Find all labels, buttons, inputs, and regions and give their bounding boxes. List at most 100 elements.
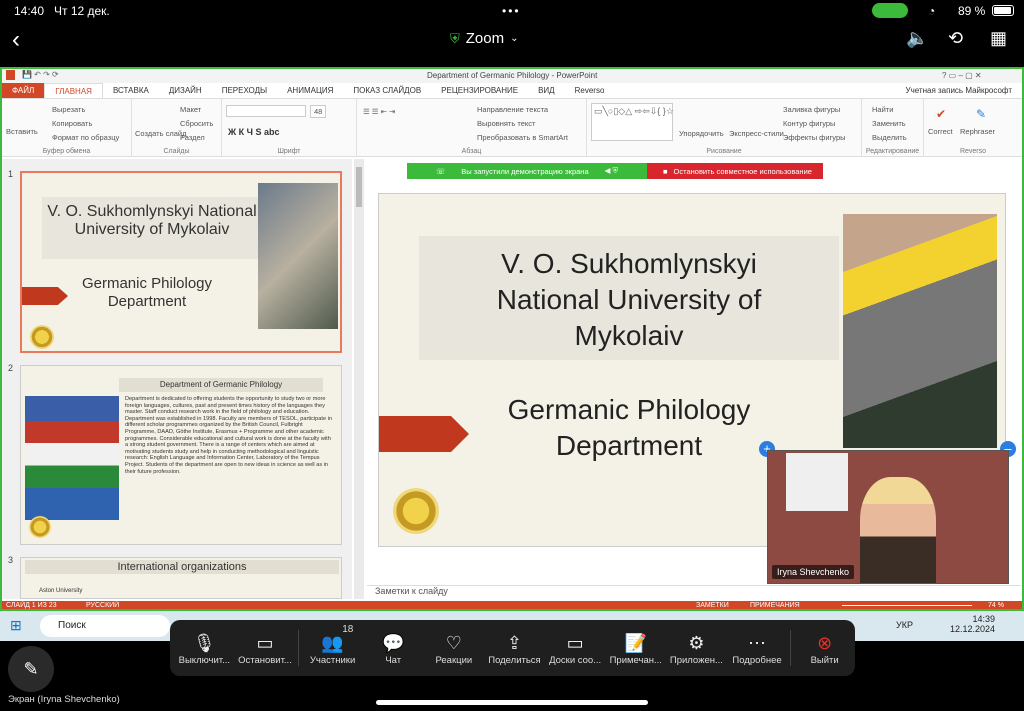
leave-label: Выйти bbox=[810, 654, 839, 666]
notes-button[interactable]: 📝 Примечан... bbox=[605, 620, 666, 676]
meeting-toolbar: 🎙 Выключит... ▭ Остановит... 👥 18 Участники … bbox=[170, 620, 855, 676]
tab-animation[interactable]: АНИМАЦИЯ bbox=[277, 83, 343, 98]
stop-video-button[interactable]: ▭ Остановит... bbox=[235, 620, 296, 676]
participants-button[interactable]: 👥 18 Участники bbox=[302, 620, 363, 676]
align-text-button[interactable]: Выровнять текст bbox=[477, 119, 535, 128]
find-button[interactable]: Найти bbox=[872, 105, 893, 114]
ios-status-bar: 14:40 Чт 12 дек. ••• ◔ 89 % bbox=[0, 0, 1024, 22]
mute-button[interactable]: 🎙 Выключит... bbox=[174, 620, 235, 676]
new-slide-button[interactable]: Создать слайд bbox=[135, 129, 186, 138]
keyboard-language[interactable]: УКР bbox=[896, 620, 913, 630]
select-button[interactable]: Выделить bbox=[872, 133, 907, 142]
thumbnail-slide-2[interactable]: Department of Germanic Philology Departm… bbox=[20, 365, 342, 545]
correct-button[interactable]: Correct bbox=[928, 127, 953, 136]
speaker-icon[interactable]: 🔈 bbox=[906, 28, 928, 49]
replace-button[interactable]: Заменить bbox=[872, 119, 906, 128]
comments-toggle[interactable]: ПРИМЕЧАНИЯ bbox=[750, 602, 800, 609]
video-camera-icon: ▭ bbox=[256, 632, 274, 653]
taskbar-search[interactable]: Поиск bbox=[40, 615, 170, 637]
tab-home[interactable]: ГЛАВНАЯ bbox=[44, 83, 103, 98]
thumb3-title: International organizations bbox=[25, 560, 339, 574]
reset-button[interactable]: Сбросить bbox=[180, 119, 213, 128]
ribbon: Вставить Вырезать Копировать Формат по о… bbox=[2, 99, 1022, 157]
home-indicator[interactable] bbox=[376, 700, 648, 705]
tab-review[interactable]: РЕЦЕНЗИРОВАНИЕ bbox=[431, 83, 528, 98]
font-size-select[interactable]: 48 bbox=[310, 105, 327, 118]
paste-button[interactable]: Вставить bbox=[6, 127, 38, 136]
windows-start-icon[interactable]: ⊞ bbox=[10, 617, 22, 634]
stop-square-icon: ■ bbox=[663, 166, 668, 176]
tab-slideshow[interactable]: ПОКАЗ СЛАЙДОВ bbox=[343, 83, 431, 98]
copy-button[interactable]: Копировать bbox=[52, 119, 92, 128]
shape-fill-button[interactable]: Заливка фигуры bbox=[783, 105, 840, 114]
arrow-shape bbox=[379, 416, 469, 452]
apps-label: Приложен... bbox=[669, 654, 723, 666]
clock: 14:40 bbox=[14, 4, 45, 18]
font-name-select[interactable] bbox=[226, 105, 306, 117]
section-button[interactable]: Раздел bbox=[180, 133, 205, 142]
text-direction-button[interactable]: Направление текста bbox=[477, 105, 548, 114]
notes-toggle[interactable]: ЗАМЕТКИ bbox=[696, 602, 729, 609]
group-clipboard: Вставить Вырезать Копировать Формат по о… bbox=[2, 99, 132, 157]
leave-button[interactable]: ⊗ Выйти bbox=[794, 620, 855, 676]
meeting-title[interactable]: ⛨ Zoom ⌄ bbox=[450, 30, 519, 47]
participants-count: 18 bbox=[342, 624, 354, 635]
chat-button[interactable]: 💬 Чат bbox=[363, 620, 424, 676]
font-format-buttons[interactable]: Ж К Ч S abc bbox=[228, 127, 279, 137]
quick-styles-button[interactable]: Экспресс-стили bbox=[729, 129, 784, 138]
list-buttons-icon[interactable]: ☰ ☰ ⇤ ⇥ bbox=[363, 107, 395, 116]
apps-icon: ⚙ bbox=[688, 632, 705, 653]
cut-button[interactable]: Вырезать bbox=[52, 105, 85, 114]
editing-group-label: Редактирование bbox=[865, 148, 920, 155]
chevron-down-icon: ⌄ bbox=[510, 33, 519, 44]
apps-button[interactable]: ⚙ Приложен... bbox=[666, 620, 727, 676]
ppt-status-bar: СЛАЙД 1 ИЗ 23 РУССКИЙ ЗАМЕТКИ ПРИМЕЧАНИЯ… bbox=[2, 601, 1022, 609]
university-seal-logo bbox=[30, 325, 54, 349]
quick-access-icons[interactable]: 💾 ↶ ↷ ⟳ bbox=[22, 70, 59, 79]
more-label: Подробнее bbox=[732, 654, 782, 666]
paragraph-group-label: Абзац bbox=[461, 148, 482, 155]
window-controls[interactable]: ? ▭ – ▢ ✕ bbox=[942, 71, 982, 80]
thumbnail-slide-3[interactable]: International organizations Aston Univer… bbox=[20, 557, 342, 599]
share-controls-icon[interactable]: ◀ ⛨ bbox=[605, 166, 618, 176]
switch-camera-icon[interactable]: ⟲ bbox=[948, 28, 963, 49]
thumbs-scrollbar[interactable] bbox=[354, 159, 364, 599]
format-painter-button[interactable]: Формат по образцу bbox=[52, 133, 119, 142]
rephraser-button[interactable]: Rephraser bbox=[960, 127, 995, 136]
heart-icon: ♡ bbox=[445, 632, 462, 653]
shape-outline-button[interactable]: Контур фигуры bbox=[783, 119, 835, 128]
account-link[interactable]: Учетная запись Майкрософт bbox=[895, 83, 1022, 98]
multitask-dots-icon[interactable]: ••• bbox=[502, 4, 521, 18]
arrange-button[interactable]: Упорядочить bbox=[679, 129, 724, 138]
rephraser-icon: ✎ bbox=[976, 107, 987, 121]
slide-notes[interactable]: Заметки к слайду bbox=[367, 585, 1021, 599]
tab-reverso[interactable]: Reverso bbox=[565, 83, 615, 98]
meeting-title-text: Zoom bbox=[465, 30, 505, 47]
participant-video[interactable]: Iryna Shevchenko bbox=[767, 450, 1009, 584]
screen-label: Экран (Iryna Shevchenko) bbox=[8, 694, 120, 705]
more-button[interactable]: ⋯ Подробнее bbox=[727, 620, 788, 676]
tab-insert[interactable]: ВСТАВКА bbox=[103, 83, 159, 98]
stop-share-button[interactable]: ■ Остановить совместное использование bbox=[647, 163, 823, 179]
language-indicator[interactable]: РУССКИЙ bbox=[86, 602, 119, 609]
smartart-button[interactable]: Преобразовать в SmartArt bbox=[477, 133, 568, 142]
zoom-header: ‹ ⛨ Zoom ⌄ 🔈 ⟲ ▦ bbox=[0, 22, 1024, 66]
annotate-pen-icon[interactable]: ✎ bbox=[8, 646, 54, 692]
thumbnail-slide-1[interactable]: V. O. Sukhomlynskyi National University … bbox=[20, 171, 342, 353]
layout-button[interactable]: Макет bbox=[180, 105, 201, 114]
chat-label: Чат bbox=[385, 654, 402, 666]
thumb-number: 1 bbox=[8, 169, 14, 179]
zoom-slider[interactable] bbox=[842, 605, 972, 606]
shapes-gallery[interactable]: ▭╲○▯◇△ ⇨⇦⇩{ }☆ bbox=[591, 103, 674, 141]
tab-transitions[interactable]: ПЕРЕХОДЫ bbox=[212, 83, 277, 98]
tab-file[interactable]: ФАЙЛ bbox=[2, 83, 45, 98]
gallery-grid-icon[interactable]: ▦ bbox=[990, 28, 1007, 49]
window-title: Department of Germanic Philology - Power… bbox=[427, 71, 598, 80]
whiteboards-button[interactable]: ▭ Доски соо... bbox=[545, 620, 606, 676]
back-chevron-icon[interactable]: ‹ bbox=[12, 26, 20, 54]
shape-effects-button[interactable]: Эффекты фигуры bbox=[783, 133, 846, 142]
reactions-button[interactable]: ♡ Реакции bbox=[424, 620, 485, 676]
share-button[interactable]: ⇪ Поделиться bbox=[484, 620, 545, 676]
tab-view[interactable]: ВИД bbox=[528, 83, 565, 98]
tab-design[interactable]: ДИЗАЙН bbox=[159, 83, 212, 98]
